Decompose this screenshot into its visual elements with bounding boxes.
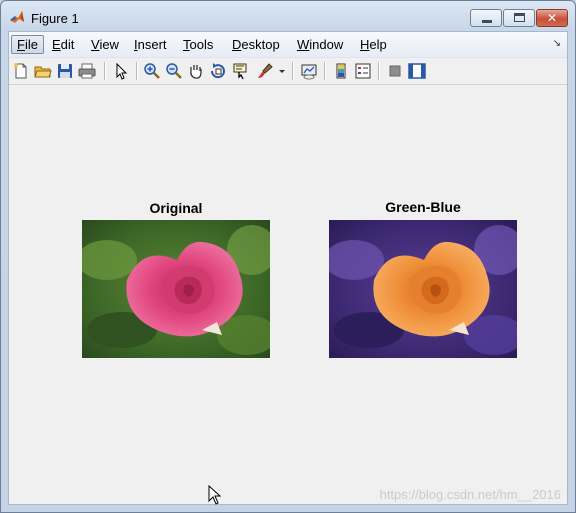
matlab-logo-icon [10, 11, 24, 23]
menu-file[interactable]: File [11, 35, 44, 54]
original-image [82, 220, 270, 358]
new-figure-icon[interactable] [11, 61, 31, 81]
figure-toolbar [9, 58, 567, 85]
toolbar-separator [136, 62, 138, 80]
menu-view[interactable]: View [86, 35, 124, 54]
minimize-icon [482, 20, 492, 23]
menu-bar: File Edit View Insert Tools Desktop Wind… [9, 32, 567, 58]
hide-plot-tools-icon[interactable] [385, 61, 405, 81]
edit-plot-icon[interactable] [111, 61, 131, 81]
toolbar-separator [324, 62, 326, 80]
insert-legend-icon[interactable] [353, 61, 373, 81]
print-icon[interactable] [77, 61, 97, 81]
figure-window: Figure 1 ✕ File Edit View Insert Tools D… [0, 0, 576, 513]
open-file-icon[interactable] [33, 61, 53, 81]
show-plot-tools-icon[interactable] [407, 61, 427, 81]
data-cursor-icon[interactable] [230, 61, 250, 81]
menu-window[interactable]: Window [292, 35, 348, 54]
figure-canvas[interactable]: Original Green-Blue https://blog.csdn.ne… [9, 85, 567, 504]
client-area: File Edit View Insert Tools Desktop Wind… [8, 31, 568, 505]
menu-edit[interactable]: Edit [47, 35, 79, 54]
insert-colorbar-icon[interactable] [331, 61, 351, 81]
zoom-in-icon[interactable] [142, 61, 162, 81]
menu-help[interactable]: Help [355, 35, 392, 54]
dock-arrow-icon[interactable]: ↘ [553, 38, 561, 49]
pan-icon[interactable] [186, 61, 206, 81]
toolbar-separator [292, 62, 294, 80]
green-blue-image [329, 220, 517, 358]
window-title: Figure 1 [31, 11, 79, 26]
rotate-3d-icon[interactable] [208, 61, 228, 81]
menu-desktop[interactable]: Desktop [227, 35, 285, 54]
minimize-button[interactable] [470, 9, 502, 27]
menu-tools[interactable]: Tools [178, 35, 218, 54]
brush-icon[interactable] [255, 61, 275, 81]
maximize-button[interactable] [503, 9, 535, 27]
mouse-cursor-icon [208, 485, 222, 505]
zoom-out-icon[interactable] [164, 61, 184, 81]
toolbar-separator [378, 62, 380, 80]
title-bar[interactable]: Figure 1 ✕ [1, 1, 575, 31]
axes-title-original: Original [149, 200, 203, 216]
chevron-down-icon[interactable] [277, 61, 287, 81]
link-plot-icon[interactable] [299, 61, 319, 81]
maximize-icon [514, 13, 525, 22]
toolbar-separator [104, 62, 106, 80]
close-button[interactable]: ✕ [536, 9, 568, 27]
watermark-text: https://blog.csdn.net/hm__2016 [379, 487, 561, 502]
menu-insert[interactable]: Insert [129, 35, 172, 54]
axes-title-green-blue: Green-Blue [385, 199, 461, 215]
close-icon: ✕ [546, 11, 558, 25]
save-icon[interactable] [55, 61, 75, 81]
